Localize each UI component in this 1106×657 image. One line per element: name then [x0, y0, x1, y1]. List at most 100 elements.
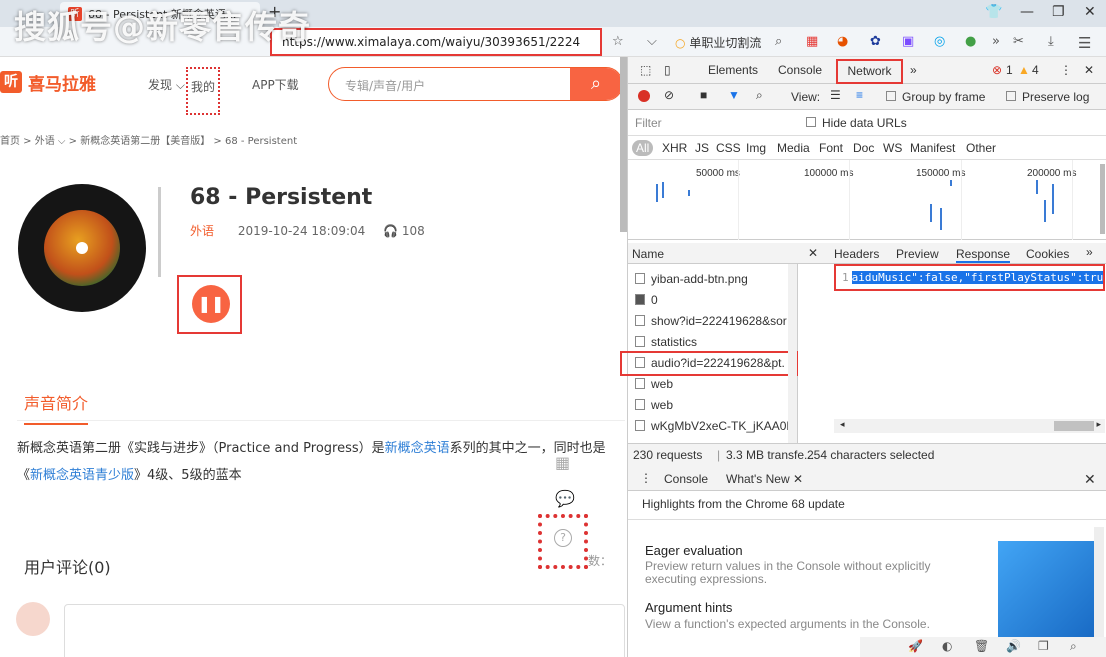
kebab-menu-icon[interactable]: ⋮	[1060, 63, 1072, 77]
shirt-skin-icon[interactable]: 👕	[985, 4, 1002, 20]
record-icon[interactable]	[638, 90, 650, 102]
feature-title[interactable]: Argument hints	[645, 600, 732, 615]
detail-tab-response[interactable]: Response	[956, 247, 1011, 263]
chat-icon[interactable]: 💬	[555, 489, 575, 508]
request-row[interactable]: show?id=222419628&sor	[635, 314, 790, 328]
download-icon[interactable]: ⤓	[1048, 34, 1054, 49]
desc-link[interactable]: 新概念英语青少版	[30, 468, 134, 483]
restore-icon[interactable]: ❐	[1052, 4, 1065, 20]
hide-data-urls-checkbox[interactable]: Hide data URLs	[806, 116, 907, 130]
type-filter-doc[interactable]: Doc	[853, 141, 874, 155]
extension-blue-icon[interactable]: ◎	[934, 34, 945, 49]
more-tabs-icon[interactable]: »	[910, 63, 917, 77]
request-row[interactable]: web	[635, 377, 790, 391]
camera-icon[interactable]: ■	[700, 88, 707, 102]
type-filter-js[interactable]: JS	[695, 141, 709, 155]
detail-tab-preview[interactable]: Preview	[896, 247, 939, 261]
window-icon[interactable]: ❐	[1038, 639, 1049, 653]
nav-discover[interactable]: 发现 ⌵	[148, 76, 185, 93]
extension-purple-icon[interactable]: ▣	[902, 34, 914, 49]
scroll-left-icon[interactable]: ◂	[840, 419, 845, 430]
search-icon[interactable]: ⌕	[756, 88, 763, 103]
detail-tab-cookies[interactable]: Cookies	[1026, 247, 1069, 261]
nav-app-download[interactable]: APP下载	[252, 76, 299, 93]
overflow-chevron-icon[interactable]: »	[992, 34, 1000, 49]
request-row[interactable]: wKgMbV2xeC-TK_jKAA0P	[635, 419, 790, 433]
inspect-icon[interactable]: ⬚	[640, 63, 651, 77]
clear-icon[interactable]: ⊘	[664, 88, 674, 102]
type-filter-other[interactable]: Other	[966, 141, 996, 155]
tab-elements[interactable]: Elements	[708, 63, 758, 77]
close-window-icon[interactable]: ✕	[1084, 4, 1096, 20]
chevron-down-icon[interactable]: ⌵	[647, 34, 657, 49]
type-filter-font[interactable]: Font	[819, 141, 843, 155]
address-bar[interactable]: https://www.ximalaya.com/waiyu/30393651/…	[270, 28, 602, 56]
close-devtools-icon[interactable]: ✕	[1084, 63, 1094, 77]
type-filter-media[interactable]: Media	[777, 141, 810, 155]
preserve-log-checkbox[interactable]: Preserve log	[1006, 90, 1089, 104]
desc-link[interactable]: 新概念英语	[385, 441, 450, 456]
more-detail-tabs-icon[interactable]: »	[1086, 245, 1093, 259]
sound-icon[interactable]: 🔊	[1006, 639, 1021, 653]
close-details-icon[interactable]: ✕	[808, 246, 818, 260]
request-row[interactable]: 0	[635, 293, 790, 307]
request-row[interactable]: statistics	[635, 335, 790, 349]
type-filter-manifest[interactable]: Manifest	[910, 141, 955, 155]
comment-input[interactable]	[64, 604, 625, 657]
waterfall-icon[interactable]: ≡	[856, 88, 863, 102]
response-hscrollbar[interactable]: ◂ ▸	[834, 419, 1105, 433]
filter-input[interactable]: Filter	[635, 116, 662, 130]
request-row[interactable]: yiban-add-btn.png	[635, 272, 790, 286]
tab-network[interactable]: Network	[836, 59, 903, 84]
request-row-audio[interactable]: audio?id=222419628&pt.	[635, 356, 790, 370]
breadcrumb[interactable]: 首页 > 外语 ⌵ > 新概念英语第二册【美音版】 > 68 - Persist…	[0, 132, 297, 147]
tab-console[interactable]: Console	[778, 63, 822, 77]
close-tab-icon[interactable]: ✕	[793, 472, 803, 486]
drawer-menu-icon[interactable]: ⋮	[640, 471, 652, 485]
zoom-icon[interactable]: ⌕	[1070, 639, 1077, 654]
site-search[interactable]: 专辑/声音/用户 ⌕	[328, 67, 623, 101]
site-logo[interactable]: 听 喜马拉雅	[0, 71, 96, 95]
app-grid-icon[interactable]: ▦	[806, 34, 818, 49]
help-icon[interactable]: ?	[554, 529, 572, 547]
close-drawer-icon[interactable]: ✕	[1084, 471, 1096, 488]
category-link[interactable]: 外语	[190, 224, 214, 238]
page-scrollbar[interactable]	[620, 57, 627, 232]
scissors-icon[interactable]: ✂	[1013, 34, 1024, 49]
response-content[interactable]: 1 aiduMusic":false,"firstPlayStatus":true…	[834, 264, 1105, 291]
type-filter-ws[interactable]: WS	[883, 141, 902, 155]
type-filter-all[interactable]: All	[632, 140, 654, 156]
qr-code-icon[interactable]: ▦	[555, 453, 573, 472]
type-filter-css[interactable]: CSS	[716, 141, 741, 155]
request-list-scrollbar[interactable]	[788, 264, 797, 443]
error-icon[interactable]: ⊗	[992, 63, 1002, 77]
request-row[interactable]: web	[635, 398, 790, 412]
paw-icon[interactable]: ✿	[870, 34, 881, 49]
star-icon[interactable]: ☆	[612, 34, 624, 49]
timeline-overview[interactable]: 50000 ms 100000 ms 150000 ms 200000 ms	[628, 160, 1106, 240]
large-rows-icon[interactable]: ☰	[830, 88, 841, 102]
warning-icon[interactable]: ▲	[1018, 63, 1030, 77]
search-button[interactable]: ⌕	[570, 68, 622, 100]
minimize-icon[interactable]: —	[1020, 4, 1034, 20]
scroll-right-icon[interactable]: ▸	[1096, 419, 1101, 430]
trash-icon[interactable]: 🗑	[974, 639, 989, 653]
device-toggle-icon[interactable]: ▯	[664, 63, 671, 77]
feature-title[interactable]: Eager evaluation	[645, 543, 743, 558]
name-column-header[interactable]: Name	[632, 247, 664, 261]
extension-green-icon[interactable]: ●	[965, 34, 976, 49]
type-filter-xhr[interactable]: XHR	[662, 141, 687, 155]
rocket-icon[interactable]: 🚀	[908, 639, 923, 653]
filter-icon[interactable]: ▼	[728, 88, 740, 102]
drawer-tab-whats-new[interactable]: What's New ✕	[726, 472, 803, 486]
pause-button[interactable]: ❚❚	[192, 285, 230, 323]
bookmark-item[interactable]: ○ 单职业切割流	[675, 34, 761, 51]
search-icon[interactable]: ⌕	[775, 34, 782, 49]
menu-icon[interactable]: ☰	[1078, 34, 1091, 52]
globe-icon[interactable]: ◐	[942, 639, 952, 653]
drawer-tab-console[interactable]: Console	[664, 472, 708, 486]
group-by-frame-checkbox[interactable]: Group by frame	[886, 90, 985, 104]
nav-mine[interactable]: 我的	[186, 67, 221, 115]
extension-icon[interactable]: ◕	[837, 34, 848, 49]
detail-tab-headers[interactable]: Headers	[834, 247, 879, 261]
